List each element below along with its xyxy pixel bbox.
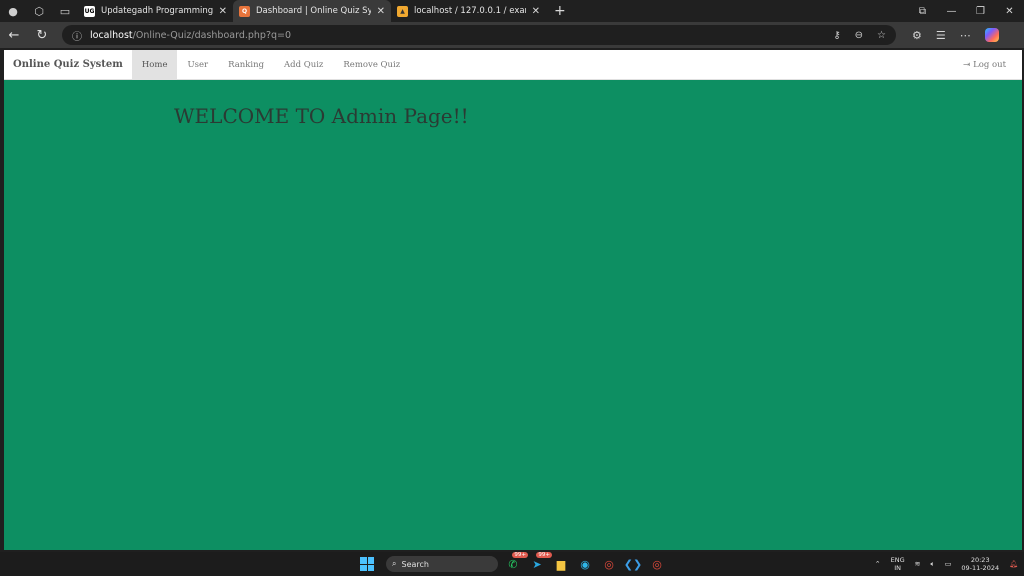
browser-toolbar: ← ↻ ⓘ localhost /Online-Quiz/dashboard.p…	[0, 22, 1024, 48]
refresh-icon[interactable]: ↻	[28, 28, 56, 43]
extensions-icon[interactable]: ⧉	[908, 6, 937, 17]
profile-avatar-icon[interactable]: ●	[0, 0, 26, 22]
site-brand[interactable]: Online Quiz System	[4, 59, 132, 70]
battery-icon[interactable]: ▭	[945, 560, 952, 568]
file-explorer-icon[interactable]: ▆	[552, 555, 570, 573]
back-arrow-icon[interactable]: ←	[0, 28, 28, 43]
logout-link[interactable]: ⇥ Log out	[963, 60, 1022, 70]
nav-ranking[interactable]: Ranking	[218, 50, 274, 80]
page-viewport: Online Quiz System Home User Ranking Add…	[4, 49, 1022, 550]
welcome-heading: WELCOME TO Admin Page!!	[174, 104, 469, 128]
tab-strip: ● ⬡ ▭ UG Updategadh Programming - Upd ✕ …	[0, 0, 1024, 22]
close-icon[interactable]: ✕	[219, 6, 227, 17]
notification-bell-icon[interactable]: 🔔︎	[1009, 560, 1018, 568]
clock[interactable]: 20:23 09-11-2024	[961, 556, 999, 572]
telegram-icon[interactable]: ➤ 99+	[528, 552, 552, 573]
phpmyadmin-favicon-icon: ▲	[397, 5, 408, 17]
address-bar[interactable]: ⓘ localhost /Online-Quiz/dashboard.php?q…	[62, 25, 896, 45]
tab-title: Updategadh Programming - Upd	[101, 6, 213, 16]
nav-user[interactable]: User	[177, 50, 218, 80]
logout-icon: ⇥	[962, 59, 971, 70]
new-tab-plus-icon[interactable]: +	[546, 3, 574, 19]
more-options-icon[interactable]: ⋯	[960, 29, 971, 42]
url-path: /Online-Quiz/dashboard.php?q=0	[132, 29, 292, 41]
favorite-star-icon[interactable]: ☆	[877, 30, 886, 41]
tab-title: Dashboard | Online Quiz System	[256, 6, 371, 16]
close-window-icon[interactable]: ✕	[995, 6, 1024, 17]
logout-label: Log out	[973, 59, 1006, 70]
taskbar-search[interactable]: ⌕ Search	[386, 556, 498, 572]
nav-add-quiz[interactable]: Add Quiz	[274, 50, 333, 80]
nav-remove-quiz[interactable]: Remove Quiz	[333, 50, 410, 80]
site-navbar: Online Quiz System Home User Ranking Add…	[4, 49, 1022, 80]
vscode-icon[interactable]: ❮❯	[624, 555, 642, 573]
system-tray: ⌃ ENG IN ≋ 🔈︎ ▭ 20:23 09-11-2024 🔔︎	[875, 552, 1018, 576]
language-indicator[interactable]: ENG IN	[891, 556, 905, 572]
restore-icon[interactable]: ❐	[966, 6, 995, 17]
search-label: Search	[401, 559, 429, 569]
chrome-profile-icon[interactable]: ◎	[648, 555, 666, 573]
nav-home[interactable]: Home	[131, 49, 178, 80]
close-icon[interactable]: ✕	[377, 6, 385, 17]
zoom-icon[interactable]: ⊖	[855, 30, 863, 41]
quiz-favicon-icon: Q	[239, 5, 250, 17]
chevron-up-icon[interactable]: ⌃	[875, 560, 881, 568]
wifi-icon[interactable]: ≋	[915, 560, 921, 568]
start-windows-icon[interactable]	[360, 557, 374, 571]
minimize-icon[interactable]: —	[937, 6, 966, 17]
edge-browser-icon[interactable]: ◉	[576, 555, 594, 573]
whatsapp-icon[interactable]: ✆ 99+	[504, 552, 528, 573]
copilot-icon[interactable]	[984, 28, 999, 42]
clock-date: 09-11-2024	[961, 564, 1000, 572]
tab-updategadh[interactable]: UG Updategadh Programming - Upd ✕	[78, 0, 233, 22]
workspaces-icon[interactable]: ⬡	[26, 0, 52, 22]
window-controls: ⧉ — ❐ ✕	[908, 6, 1024, 17]
tab-phpmyadmin[interactable]: ▲ localhost / 127.0.0.1 / exam / adm ✕	[391, 0, 546, 22]
tab-dashboard[interactable]: Q Dashboard | Online Quiz System ✕	[233, 0, 391, 22]
notification-badge: 99+	[512, 552, 528, 558]
close-icon[interactable]: ✕	[532, 6, 540, 17]
favorites-icon[interactable]: ☰	[936, 29, 946, 42]
tab-title: localhost / 127.0.0.1 / exam / adm	[414, 6, 526, 16]
search-icon: ⌕	[392, 559, 397, 568]
lang-label: ENG	[890, 556, 905, 564]
volume-icon[interactable]: 🔈︎	[931, 560, 935, 569]
region-label: IN	[894, 564, 901, 572]
updategadh-favicon-icon: UG	[84, 5, 95, 17]
taskbar: ⌕ Search ✆ 99+ ➤ 99+ ▆ ◉ ◎ ❮❯ ◎ ⌃ ENG IN ≋…	[0, 552, 1024, 576]
site-info-icon[interactable]: ⓘ	[72, 28, 82, 43]
notification-badge: 99+	[536, 552, 552, 558]
key-icon[interactable]: ⚷	[833, 30, 840, 41]
url-host: localhost	[90, 29, 133, 41]
browser-extensions-icon[interactable]: ⚙	[912, 29, 922, 42]
clock-time: 20:23	[970, 556, 990, 564]
chrome-icon[interactable]: ◎	[600, 555, 618, 573]
tab-actions-icon[interactable]: ▭	[52, 0, 78, 22]
